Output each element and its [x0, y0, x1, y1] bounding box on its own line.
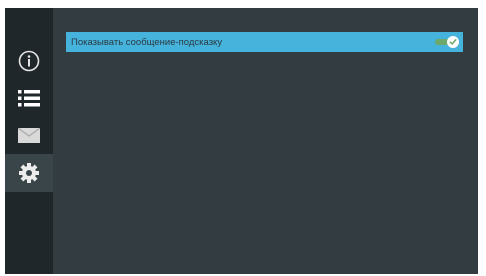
settings-panel: Показывать сообщение-подсказку — [53, 8, 478, 274]
sidebar-item-list[interactable] — [5, 79, 53, 117]
toggle-knob — [447, 36, 459, 48]
sidebar — [5, 8, 53, 274]
tv-screen: Показывать сообщение-подсказку — [5, 8, 478, 274]
setting-row-show-hint[interactable]: Показывать сообщение-подсказку — [66, 32, 463, 52]
gear-icon — [19, 163, 39, 183]
envelope-icon — [18, 127, 40, 143]
sidebar-item-settings[interactable] — [5, 154, 53, 192]
sidebar-item-info[interactable] — [5, 42, 53, 80]
hint-toggle[interactable] — [435, 36, 459, 48]
info-icon — [18, 50, 40, 72]
sidebar-item-messages[interactable] — [5, 116, 53, 154]
checkmark-icon — [449, 39, 457, 45]
list-icon — [18, 90, 40, 107]
setting-label: Показывать сообщение-подсказку — [71, 36, 223, 48]
